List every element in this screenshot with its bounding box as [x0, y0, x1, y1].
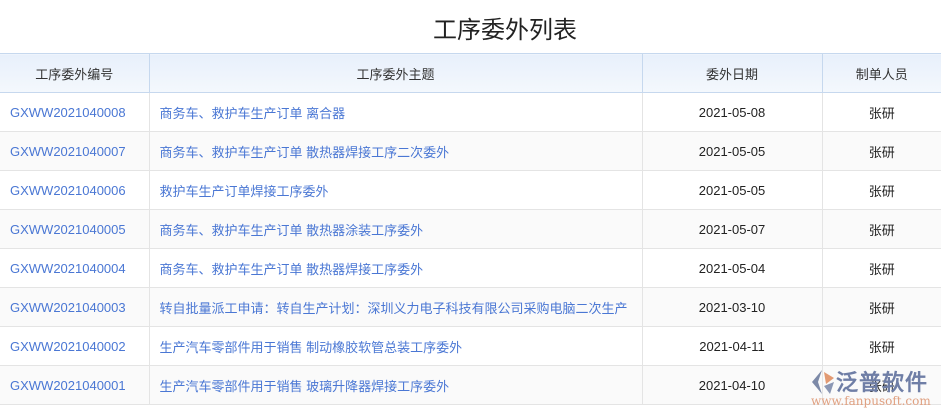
table-row[interactable]: GXWW2021040006 救护车生产订单焊接工序委外 2021-05-05 张研 — [0, 170, 941, 210]
logo-brand: 泛普软件 — [836, 370, 929, 395]
row-creator: 张研 — [821, 287, 941, 327]
row-subject-link[interactable]: 转自批量派工申请：转自生产计划：深圳义力电子科技有限公司采购电脑二次生产 — [148, 287, 643, 327]
row-date: 2021-05-05 — [641, 170, 823, 210]
column-header-subject[interactable]: 工序委外主题 — [148, 53, 643, 93]
row-code-link[interactable]: GXWW2021040007 — [0, 131, 150, 171]
row-creator: 张研 — [821, 92, 941, 132]
row-subject-link[interactable]: 生产汽车零部件用于销售 玻璃升降器焊接工序委外 — [148, 365, 643, 405]
table-row[interactable]: GXWW2021040003 转自批量派工申请：转自生产计划：深圳义力电子科技有限… — [0, 287, 941, 327]
row-creator: 张研 — [821, 209, 941, 249]
row-code-link[interactable]: GXWW2021040005 — [0, 209, 150, 249]
row-code-link[interactable]: GXWW2021040004 — [0, 248, 150, 288]
column-header-date[interactable]: 委外日期 — [641, 53, 823, 93]
table-row[interactable]: GXWW2021040005 商务车、救护车生产订单 散热器涂装工序委外 2021-… — [0, 209, 941, 249]
row-code-link[interactable]: GXWW2021040003 — [0, 287, 150, 327]
outsourcing-table: 工序委外编号 工序委外主题 委外日期 制单人员 GXWW2021040008 商务… — [0, 53, 941, 405]
row-date: 2021-05-08 — [641, 92, 823, 132]
row-date: 2021-04-11 — [641, 326, 823, 366]
row-creator: 张研 — [821, 131, 941, 171]
row-creator: 张研 — [821, 170, 941, 210]
row-date: 2021-05-05 — [641, 131, 823, 171]
row-date: 2021-03-10 — [641, 287, 823, 327]
row-code-link[interactable]: GXWW2021040002 — [0, 326, 150, 366]
row-subject-link[interactable]: 救护车生产订单焊接工序委外 — [148, 170, 643, 210]
table-row[interactable]: GXWW2021040002 生产汽车零部件用于销售 制动橡胶软管总装工序委外 20… — [0, 326, 941, 366]
page-title: 工序委外列表 — [433, 17, 577, 44]
logo-url: www.fanpusoft.com — [811, 394, 931, 408]
table-row[interactable]: GXWW2021040001 生产汽车零部件用于销售 玻璃升降器焊接工序委外 202… — [0, 365, 941, 405]
row-date: 2021-04-10 — [641, 365, 823, 405]
row-date: 2021-05-04 — [641, 248, 823, 288]
row-subject-link[interactable]: 商务车、救护车生产订单 散热器涂装工序委外 — [148, 209, 643, 249]
table-header: 工序委外编号 工序委外主题 委外日期 制单人员 — [0, 53, 941, 93]
row-date: 2021-05-07 — [641, 209, 823, 249]
row-subject-link[interactable]: 商务车、救护车生产订单 散热器焊接工序委外 — [148, 248, 643, 288]
logo-icon — [812, 370, 834, 394]
column-header-creator[interactable]: 制单人员 — [821, 53, 941, 93]
row-creator: 张研 — [821, 326, 941, 366]
row-subject-link[interactable]: 商务车、救护车生产订单 离合器 — [148, 92, 643, 132]
table-row[interactable]: GXWW2021040007 商务车、救护车生产订单 散热器焊接工序二次委外 202… — [0, 131, 941, 171]
row-code-link[interactable]: GXWW2021040008 — [0, 92, 150, 132]
fanpusoft-logo: 泛普软件 www.fanpusoft.com — [808, 368, 938, 412]
row-creator: 张研 — [821, 248, 941, 288]
row-subject-link[interactable]: 商务车、救护车生产订单 散热器焊接工序二次委外 — [148, 131, 643, 171]
row-code-link[interactable]: GXWW2021040001 — [0, 365, 150, 405]
row-code-link[interactable]: GXWW2021040006 — [0, 170, 150, 210]
column-header-code[interactable]: 工序委外编号 — [0, 53, 150, 93]
row-subject-link[interactable]: 生产汽车零部件用于销售 制动橡胶软管总装工序委外 — [148, 326, 643, 366]
table-row[interactable]: GXWW2021040004 商务车、救护车生产订单 散热器焊接工序委外 2021-… — [0, 248, 941, 288]
table-row[interactable]: GXWW2021040008 商务车、救护车生产订单 离合器 2021-05-08 张… — [0, 92, 941, 132]
